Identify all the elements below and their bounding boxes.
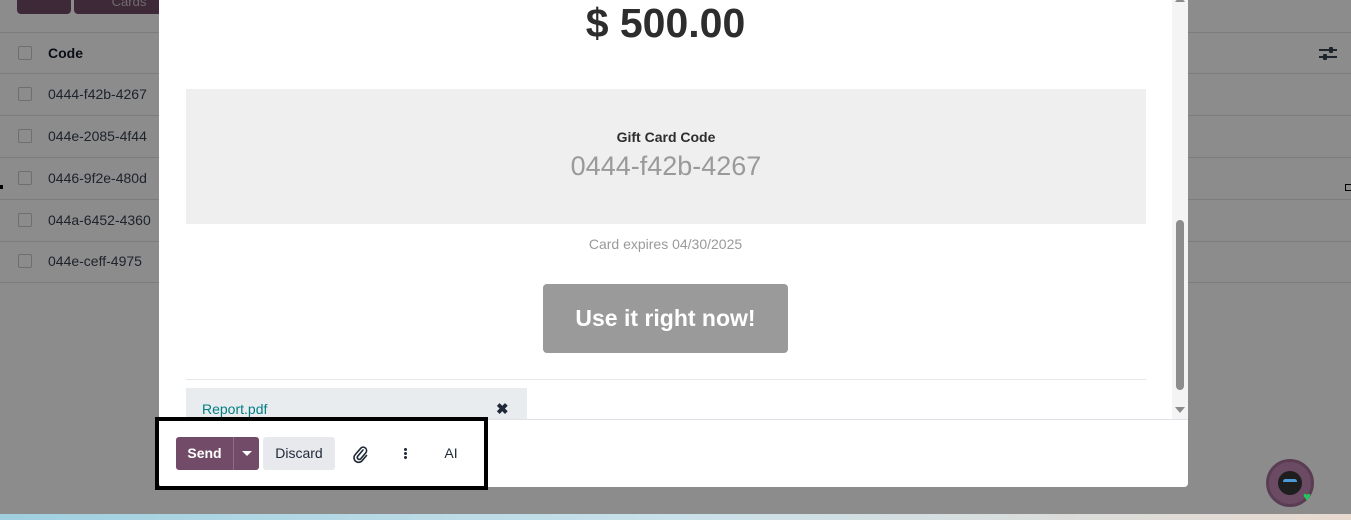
- scrollbar[interactable]: [1172, 0, 1188, 419]
- chatbot-eyes: [1283, 479, 1297, 484]
- chatbot-face-icon: [1278, 471, 1302, 495]
- bottom-edge-strip: [0, 514, 1351, 520]
- edge-marker: [1345, 184, 1351, 191]
- scrollbar-thumb[interactable]: [1176, 220, 1184, 390]
- attachment-chip: Report.pdf ✖: [186, 388, 527, 419]
- divider: [186, 379, 1146, 380]
- heart-icon: ♥: [1303, 489, 1311, 504]
- gift-card-code-value: 0444-f42b-4267: [570, 151, 762, 181]
- highlight-annotation: [155, 417, 488, 490]
- expiry-text: Card expires 04/30/2025: [588, 236, 743, 252]
- scroll-up-arrow-icon[interactable]: [1175, 0, 1185, 2]
- gift-card-code-label: Gift Card Code: [616, 129, 716, 145]
- send-gift-card-dialog: $ 500.00 Gift Card Code 0444-f42b-4267 C…: [159, 0, 1188, 487]
- use-it-now-button[interactable]: Use it right now!: [543, 284, 788, 353]
- gift-card-code-box: Gift Card Code 0444-f42b-4267: [186, 89, 1146, 224]
- email-preview: $ 500.00 Gift Card Code 0444-f42b-4267 C…: [159, 0, 1188, 419]
- close-icon[interactable]: ✖: [496, 400, 509, 418]
- attachment-link[interactable]: Report.pdf: [202, 401, 267, 417]
- scroll-down-arrow-icon[interactable]: [1175, 407, 1185, 413]
- gift-card-amount: $ 500.00: [585, 0, 746, 46]
- edge-marker: [0, 185, 3, 189]
